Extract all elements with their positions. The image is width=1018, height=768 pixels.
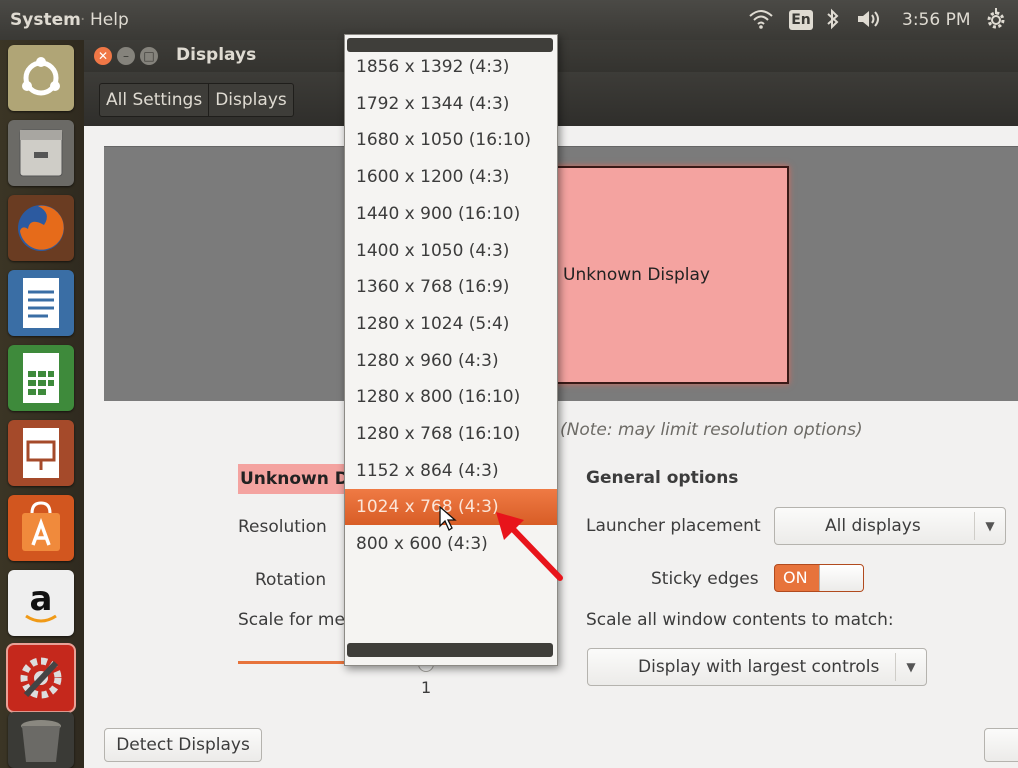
scale-all-label: Scale all window contents to match: [586,610,894,630]
close-button[interactable]: ✕ [94,47,112,65]
annotation-arrow [496,512,563,581]
display-preview-unknown[interactable]: Unknown Display [539,166,789,384]
display-preview-label: Unknown Display [563,265,710,285]
breadcrumb: All Settings Displays [99,83,294,117]
chevron-down-icon: ▼ [895,653,926,681]
resolution-option[interactable]: 1856 x 1392 (4:3) [345,49,557,85]
resolution-option[interactable]: 1280 x 1024 (5:4) [345,306,557,342]
resolution-option[interactable]: 1600 x 1200 (4:3) [345,159,557,195]
display-arrangement-area: Unknown Display [104,146,1018,401]
calc-icon[interactable] [8,345,74,411]
svg-text:a: a [30,579,53,619]
menu-help[interactable]: Help [90,10,129,30]
minimize-button[interactable]: – [117,47,135,65]
resolution-option-label: 1400 x 1050 (4:3) [356,240,510,261]
resolution-option-label: 1152 x 864 (4:3) [356,460,499,481]
resolution-option-label: 1792 x 1344 (4:3) [356,93,510,114]
trash-icon[interactable] [8,712,74,768]
resolution-option[interactable]: 1360 x 768 (16:9) [345,269,557,305]
resolution-option[interactable]: 1792 x 1344 (4:3) [345,86,557,122]
launcher-placement-label: Launcher placement [586,516,761,536]
software-center-icon[interactable] [8,495,74,561]
ubuntu-dash-icon[interactable] [8,45,74,111]
scale-label: Scale for me [238,610,345,630]
resolution-option-label: 1600 x 1200 (4:3) [356,167,510,188]
resolution-option[interactable]: 1680 x 1050 (16:10) [345,122,557,158]
resolution-option-label: 1280 x 1024 (5:4) [356,313,510,334]
rotation-label: Rotation [255,570,327,590]
menu-separator: · [80,10,86,30]
scale-all-value: Display with largest controls [638,657,880,677]
sticky-edges-switch[interactable]: ON [774,564,864,592]
resolution-option-label: 800 x 600 (4:3) [356,534,488,555]
resolution-option-label: 1360 x 768 (16:9) [356,277,510,298]
scroll-down-arrow[interactable] [347,643,553,657]
keyboard-layout-indicator[interactable]: En [789,10,813,30]
resolution-option[interactable]: 1280 x 960 (4:3) [345,343,557,379]
sticky-edges-label: Sticky edges [651,569,759,589]
switch-on-label: ON [783,568,808,587]
resolution-option-label: 1280 x 768 (16:10) [356,424,521,444]
resolution-option[interactable]: 1280 x 768 (16:10) [345,416,557,452]
resolution-option[interactable]: 1280 x 800 (16:10) [345,379,557,415]
switch-knob [819,565,863,591]
scale-value: 1 [421,678,432,697]
general-options-heading: General options [586,468,739,488]
system-settings-icon[interactable] [8,645,74,711]
resolution-option-label: 1680 x 1050 (16:10) [356,130,532,151]
resolution-option-label: 1024 x 768 (4:3) [356,497,499,518]
resolution-note: (Note: may limit resolution options) [560,420,863,440]
maximize-button[interactable]: □ [140,47,158,65]
resolution-label: Resolution [238,517,327,537]
resolution-option-label: 1856 x 1392 (4:3) [356,57,510,77]
apply-button-partial[interactable] [984,728,1018,762]
wifi-icon[interactable] [748,8,774,35]
clock[interactable]: 3:56 PM [902,10,971,30]
writer-icon[interactable] [8,270,74,336]
window-title: Displays [176,45,257,65]
files-icon[interactable] [8,120,74,186]
resolution-option[interactable]: 1400 x 1050 (4:3) [345,233,557,269]
gear-icon[interactable] [984,8,1008,37]
launcher-placement-value: All displays [825,516,921,536]
amazon-icon[interactable]: a [8,570,74,636]
chevron-down-icon: ▼ [974,512,1005,540]
breadcrumb-displays[interactable]: Displays [209,84,293,116]
firefox-icon[interactable] [8,195,74,261]
resolution-option-label: 1440 x 900 (16:10) [356,203,521,224]
scale-all-combo[interactable]: Display with largest controls ▼ [587,648,927,686]
mouse-cursor-icon [439,506,457,531]
resolution-option[interactable]: 1152 x 864 (4:3) [345,453,557,489]
volume-icon[interactable] [856,8,884,35]
bluetooth-icon[interactable] [826,8,840,35]
impress-icon[interactable] [8,420,74,486]
monitor-name: Unknown Di [238,464,360,494]
resolution-option[interactable]: 1440 x 900 (16:10) [345,196,557,232]
detect-displays-button[interactable]: Detect Displays [104,728,262,762]
resolution-option-label: 1280 x 800 (16:10) [356,387,521,408]
resolution-option-label: 1280 x 960 (4:3) [356,350,499,371]
launcher: a [0,40,85,768]
breadcrumb-all-settings[interactable]: All Settings [100,84,210,116]
launcher-placement-combo[interactable]: All displays ▼ [774,507,1006,545]
menu-system[interactable]: System [10,10,81,30]
